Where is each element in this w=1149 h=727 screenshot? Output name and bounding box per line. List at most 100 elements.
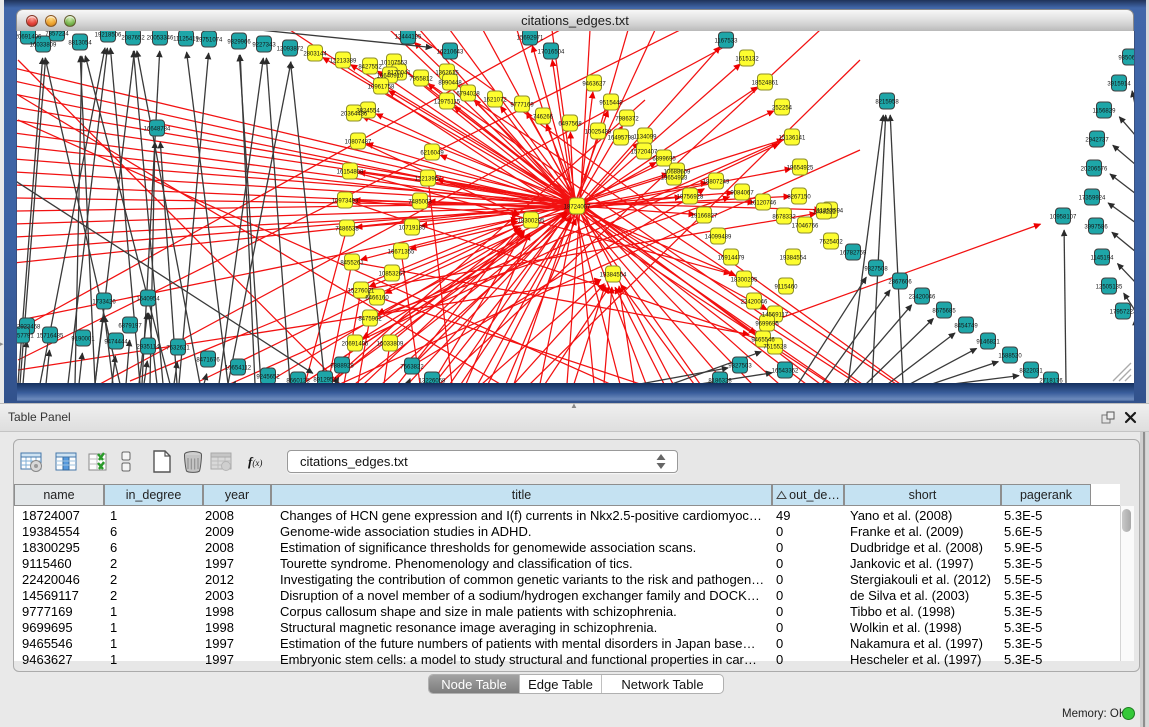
svg-text:16914479: 16914479 bbox=[718, 256, 745, 262]
svg-text:15720407: 15720407 bbox=[631, 150, 658, 156]
svg-text:9465546: 9465546 bbox=[751, 338, 775, 344]
svg-text:252254: 252254 bbox=[772, 106, 793, 112]
svg-text:1156829: 1156829 bbox=[1093, 109, 1117, 115]
svg-text:17046766: 17046766 bbox=[792, 224, 819, 230]
svg-text:6794028: 6794028 bbox=[456, 92, 480, 98]
svg-text:16210643: 16210643 bbox=[437, 50, 464, 56]
svg-text:2718176: 2718176 bbox=[1039, 379, 1063, 384]
svg-text:12975115: 12975115 bbox=[434, 100, 461, 106]
svg-text:8813054: 8813054 bbox=[68, 41, 92, 47]
svg-text:9657791: 9657791 bbox=[17, 334, 34, 340]
svg-text:8660128: 8660128 bbox=[286, 379, 310, 384]
svg-text:10654112: 10654112 bbox=[225, 366, 252, 372]
svg-text:12444195: 12444195 bbox=[395, 35, 422, 41]
svg-text:7663822: 7663822 bbox=[400, 365, 424, 371]
svg-text:9388928: 9388928 bbox=[330, 364, 354, 370]
svg-text:10807487: 10807487 bbox=[345, 140, 372, 146]
svg-text:2087652: 2087652 bbox=[121, 36, 145, 42]
svg-text:10973493: 10973493 bbox=[332, 199, 359, 205]
svg-text:10961758: 10961758 bbox=[368, 85, 395, 91]
svg-text:15692971: 15692971 bbox=[517, 36, 544, 42]
svg-text:18807249: 18807249 bbox=[703, 180, 730, 186]
svg-text:19166827: 19166827 bbox=[691, 214, 718, 220]
svg-text:8990448: 8990448 bbox=[438, 81, 462, 87]
svg-text:1145194: 1145194 bbox=[1091, 256, 1115, 262]
svg-text:14099489: 14099489 bbox=[705, 235, 732, 241]
svg-text:1362615: 1362615 bbox=[435, 71, 459, 77]
svg-text:16154808: 16154808 bbox=[337, 170, 364, 176]
svg-text:746266: 746266 bbox=[533, 115, 554, 121]
svg-text:7515528: 7515528 bbox=[763, 345, 787, 351]
svg-text:9699695: 9699695 bbox=[755, 322, 779, 328]
svg-text:9227343: 9227343 bbox=[252, 43, 276, 49]
svg-text:8455261: 8455261 bbox=[340, 261, 364, 267]
svg-text:16782759: 16782759 bbox=[840, 251, 867, 257]
svg-text:20691406: 20691406 bbox=[342, 342, 369, 348]
svg-text:16120746: 16120746 bbox=[750, 201, 777, 207]
svg-text:12923468: 12923468 bbox=[17, 325, 41, 331]
svg-text:1640954: 1640954 bbox=[136, 297, 160, 303]
svg-text:18724007: 18724007 bbox=[564, 205, 591, 211]
svg-text:8267150: 8267150 bbox=[787, 195, 811, 201]
svg-text:15136141: 15136141 bbox=[779, 136, 806, 142]
svg-text:9777169: 9777169 bbox=[510, 103, 534, 109]
svg-text:20053346: 20053346 bbox=[147, 36, 174, 42]
svg-text:12213967: 12213967 bbox=[415, 177, 442, 183]
svg-text:10107553: 10107553 bbox=[381, 61, 408, 67]
svg-text:19654925: 19654925 bbox=[787, 166, 814, 172]
svg-text:19751074: 19751074 bbox=[196, 38, 223, 44]
svg-text:19384554: 19384554 bbox=[780, 256, 807, 262]
svg-text:16495798: 16495798 bbox=[608, 136, 635, 142]
svg-text:8471676: 8471676 bbox=[196, 358, 220, 364]
svg-text:18524861: 18524861 bbox=[752, 81, 779, 87]
svg-text:1167533: 1167533 bbox=[715, 39, 739, 45]
svg-text:9245652: 9245652 bbox=[256, 375, 280, 381]
svg-text:16543362: 16543362 bbox=[772, 369, 799, 375]
svg-text:12505135: 12505135 bbox=[1096, 285, 1123, 291]
svg-text:14569117: 14569117 bbox=[762, 313, 789, 319]
svg-text:23420046: 23420046 bbox=[909, 295, 936, 301]
svg-text:10958107: 10958107 bbox=[1050, 215, 1077, 221]
svg-text:9190001: 9190001 bbox=[71, 337, 95, 343]
svg-text:2935114: 2935114 bbox=[137, 345, 161, 351]
svg-text:18300295: 18300295 bbox=[731, 278, 758, 284]
svg-text:7625402: 7625402 bbox=[819, 240, 843, 246]
svg-text:20364436: 20364436 bbox=[341, 112, 368, 118]
svg-text:9350610: 9350610 bbox=[1118, 56, 1134, 62]
svg-text:13226058: 13226058 bbox=[419, 379, 446, 384]
svg-text:7485003: 7485003 bbox=[408, 200, 432, 206]
svg-text:9474444: 9474444 bbox=[104, 340, 128, 346]
svg-text:9327508: 9327508 bbox=[864, 267, 888, 273]
svg-text:20206576: 20206576 bbox=[1081, 167, 1108, 173]
svg-text:19654923: 19654923 bbox=[661, 176, 688, 182]
svg-text:17957223: 17957223 bbox=[1110, 310, 1134, 316]
svg-text:22420046: 22420046 bbox=[741, 300, 768, 306]
svg-text:6216049: 6216049 bbox=[420, 151, 444, 157]
svg-text:16648784: 16648784 bbox=[144, 127, 171, 133]
svg-text:7955812: 7955812 bbox=[409, 77, 433, 83]
svg-text:2803144: 2803144 bbox=[303, 52, 327, 58]
svg-text:9327503: 9327503 bbox=[728, 364, 752, 370]
svg-text:8678332: 8678332 bbox=[772, 215, 796, 221]
svg-text:10719185: 10719185 bbox=[399, 226, 426, 232]
svg-text:12093872: 12093872 bbox=[277, 47, 304, 53]
svg-text:18300295: 18300295 bbox=[518, 219, 545, 225]
svg-text:16640910: 16640910 bbox=[377, 74, 404, 80]
svg-text:19218506: 19218506 bbox=[95, 33, 122, 39]
svg-text:8675685: 8675685 bbox=[932, 309, 956, 315]
svg-text:9515449: 9515449 bbox=[599, 101, 623, 107]
svg-text:1134099: 1134099 bbox=[634, 135, 658, 141]
svg-text:10853267: 10853267 bbox=[379, 272, 406, 278]
svg-text:17016504: 17016504 bbox=[538, 50, 565, 56]
svg-text:9329966: 9329966 bbox=[227, 40, 251, 46]
svg-text:1621072: 1621072 bbox=[483, 98, 507, 104]
svg-text:15716485: 15716485 bbox=[37, 334, 64, 340]
svg-text:3997586: 3997586 bbox=[1084, 225, 1108, 231]
svg-text:8912954: 8912954 bbox=[313, 378, 337, 384]
svg-text:2867606: 2867606 bbox=[888, 280, 912, 286]
svg-text:6466160: 6466160 bbox=[365, 296, 389, 302]
svg-text:8454749: 8454749 bbox=[954, 324, 978, 330]
svg-text:9146821: 9146821 bbox=[976, 340, 1000, 346]
svg-text:15276021: 15276021 bbox=[348, 289, 375, 295]
svg-text:1733426: 1733426 bbox=[92, 300, 116, 306]
